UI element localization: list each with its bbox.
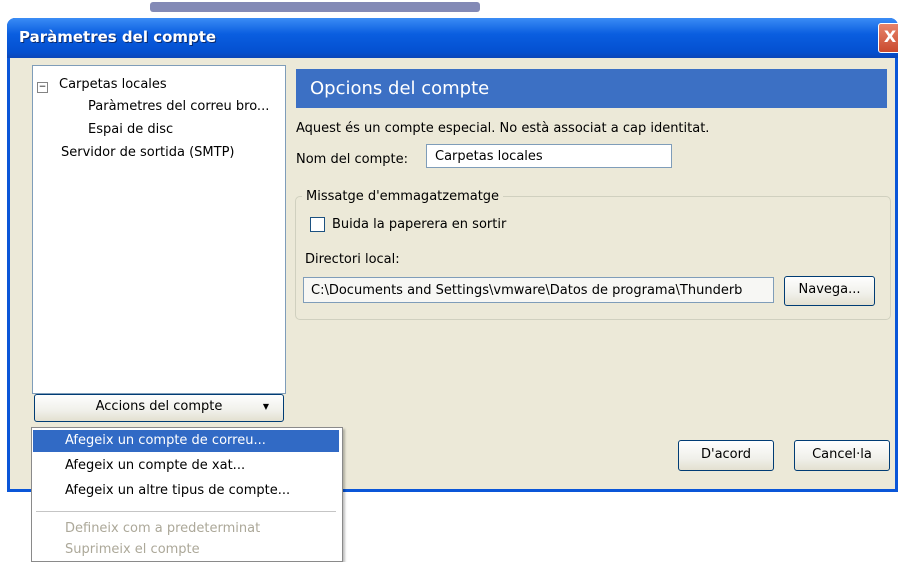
account-name-input[interactable]: Carpetas locales bbox=[426, 144, 672, 168]
storage-group-label: Missatge d'emmagatzematge bbox=[302, 189, 504, 204]
menu-separator bbox=[36, 511, 336, 512]
local-directory-input[interactable]: C:\Documents and Settings\vmware\Datos d… bbox=[303, 277, 774, 303]
tree-item-smtp-server[interactable]: Servidor de sortida (SMTP) bbox=[61, 145, 235, 160]
account-actions-menu: Afegeix un compte de correu... Afegeix u… bbox=[31, 427, 343, 562]
browse-button[interactable]: Navega... bbox=[784, 276, 875, 306]
tree-item-disk-space[interactable]: Espai de disc bbox=[88, 122, 173, 137]
background-strip bbox=[0, 0, 898, 18]
empty-trash-checkbox[interactable] bbox=[310, 217, 325, 232]
window-title: Paràmetres del compte bbox=[19, 28, 217, 46]
dropdown-arrow-icon: ▼ bbox=[262, 402, 269, 411]
cancel-button[interactable]: Cancel·la bbox=[794, 440, 890, 471]
account-actions-button[interactable]: Accions del compte ▼ bbox=[34, 394, 284, 422]
account-settings-window: Paràmetres del compte X − Carpetas local… bbox=[7, 18, 898, 492]
title-bar[interactable]: Paràmetres del compte X bbox=[7, 18, 898, 58]
menu-item-add-mail-account[interactable]: Afegeix un compte de correu... bbox=[33, 430, 339, 452]
collapse-icon[interactable]: − bbox=[37, 82, 48, 93]
close-icon: X bbox=[883, 27, 897, 46]
menu-item-add-other-account[interactable]: Afegeix un altre tipus de compte... bbox=[33, 480, 339, 502]
panel-header: Opcions del compte bbox=[296, 69, 887, 108]
account-actions-label: Accions del compte bbox=[95, 399, 223, 414]
tree-item-junk-settings[interactable]: Paràmetres del correu bro... bbox=[88, 99, 269, 114]
close-button[interactable]: X bbox=[878, 23, 898, 53]
menu-item-remove-account[interactable]: Suprimeix el compte bbox=[33, 539, 339, 561]
tree-item-local-folders[interactable]: Carpetas locales bbox=[59, 77, 167, 92]
dialog-client-area: − Carpetas locales Paràmetres del correu… bbox=[10, 58, 895, 489]
menu-item-set-default[interactable]: Defineix com a predeterminat bbox=[33, 518, 339, 540]
empty-trash-label[interactable]: Buida la paperera en sortir bbox=[332, 217, 506, 232]
menu-item-add-chat-account[interactable]: Afegeix un compte de xat... bbox=[33, 455, 339, 477]
account-name-label: Nom del compte: bbox=[296, 152, 408, 167]
local-directory-label: Directori local: bbox=[305, 252, 400, 267]
account-tree[interactable]: − Carpetas locales Paràmetres del correu… bbox=[32, 65, 286, 394]
ok-button[interactable]: D'acord bbox=[678, 440, 774, 471]
background-window-title bbox=[150, 2, 480, 12]
account-info-text: Aquest és un compte especial. No està as… bbox=[296, 121, 710, 136]
